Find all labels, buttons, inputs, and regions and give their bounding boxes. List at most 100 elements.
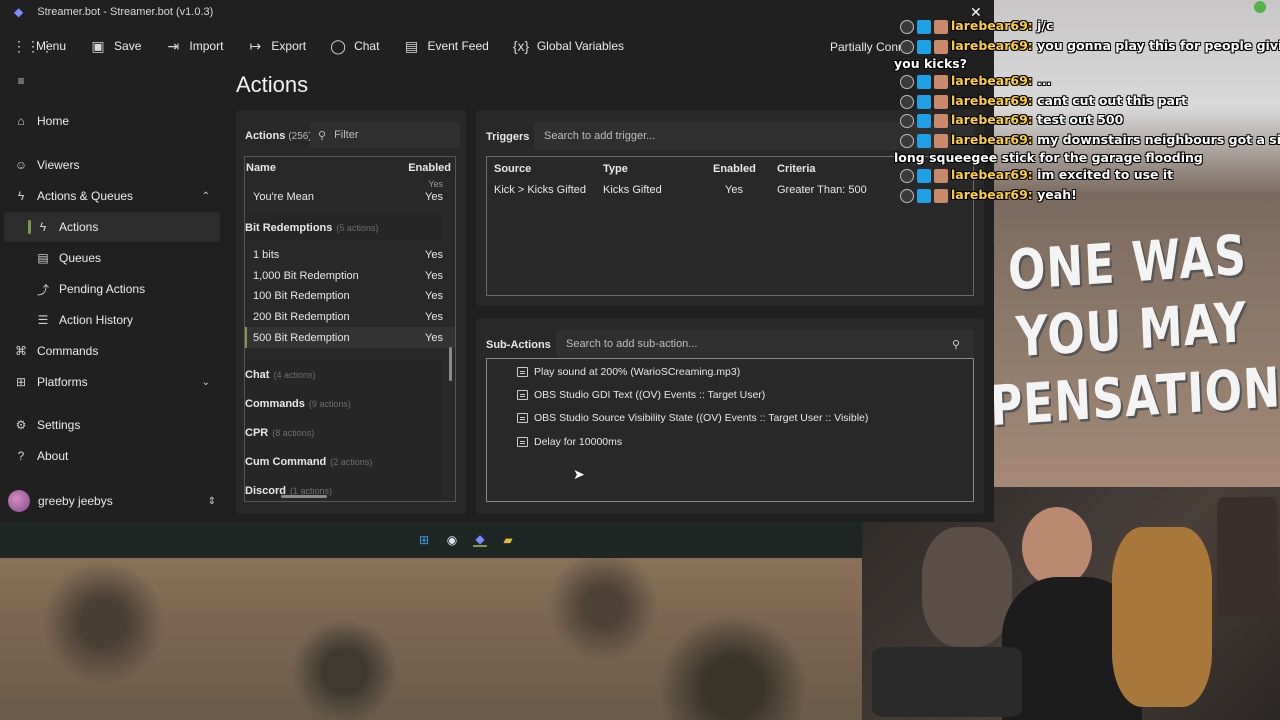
chat-text: cant cut out this part	[1037, 93, 1188, 108]
chat-message: larebear69: ...	[900, 73, 1051, 89]
list-item-partial[interactable]: Yes	[245, 179, 455, 187]
list-item[interactable]: OBS Studio Source Visibility State ((OV)…	[487, 407, 973, 430]
list-item[interactable]: 100 Bit Redemption Yes	[245, 286, 455, 307]
list-item[interactable]: 1,000 Bit Redemption Yes	[245, 265, 455, 286]
search-icon: ⚲	[318, 129, 327, 142]
chat-message: larebear69: you gonna play this for peop…	[900, 38, 1280, 54]
group-count: (4 actions)	[273, 369, 316, 380]
chat-badge-icon	[917, 168, 931, 183]
group-row[interactable]: Chat (4 actions)	[245, 360, 443, 390]
action-enabled: Yes	[425, 249, 443, 262]
list-item[interactable]: Delay for 10000ms	[487, 430, 973, 453]
group-row[interactable]: Commands (9 actions)	[245, 389, 443, 419]
bolt-icon: ϟ	[17, 189, 25, 203]
save-button[interactable]: ▣ Save	[90, 38, 141, 55]
import-icon: ⇥	[167, 37, 180, 54]
column-header-enabled[interactable]: Enabled	[405, 162, 451, 174]
viewers-icon: ☺	[14, 158, 28, 172]
sidebar-item-action-history[interactable]: ☰ Action History	[0, 305, 224, 335]
column-header-type[interactable]: Type	[603, 163, 713, 175]
menu-button[interactable]: ⋮⋮⋮ Menu	[12, 38, 66, 55]
event-feed-button[interactable]: ▤ Event Feed	[403, 38, 489, 55]
sidebar-toggle[interactable]: ≡	[0, 68, 224, 94]
list-item[interactable]: You're Mean Yes	[245, 187, 455, 208]
group-name: Commands	[245, 397, 305, 410]
group-row[interactable]: CPR (8 actions)	[245, 418, 443, 448]
sidebar-item-queues[interactable]: ▤ Queues	[0, 243, 224, 273]
subactions-list[interactable]: Play sound at 200% (WarioSCreaming.mp3) …	[486, 358, 974, 502]
trigger-enabled: Yes	[725, 184, 743, 196]
user-switcher[interactable]: greeby jeebys ⇕	[8, 490, 216, 512]
file-explorer-icon[interactable]: ▰	[501, 533, 515, 547]
list-item[interactable]: Play sound at 200% (WarioSCreaming.mp3)	[487, 360, 973, 383]
chat-badge-icon	[917, 113, 931, 128]
close-icon[interactable]: ✕	[970, 4, 982, 21]
sidebar-item-pending-actions[interactable]: ⤴ Pending Actions	[0, 274, 224, 304]
chat-message: larebear69: im excited to use it	[900, 167, 1173, 183]
action-enabled: Yes	[425, 331, 443, 344]
chat-username: larebear69:	[951, 38, 1038, 53]
gear-icon: ⚙	[15, 418, 27, 432]
windows-start-icon[interactable]: ⊞	[417, 533, 431, 547]
chat-badge-icon	[900, 94, 914, 109]
streamerbot-taskbar-icon[interactable]: ◆	[473, 532, 487, 547]
chat-message: larebear69: yeah!	[900, 187, 1077, 203]
search-icon[interactable]: ⚲	[952, 338, 960, 351]
sign-text-line: YOU MAY	[1014, 291, 1249, 370]
column-header-name[interactable]: Name	[245, 162, 405, 174]
global-variables-button[interactable]: {x} Global Variables	[513, 38, 624, 54]
filter-input[interactable]: ⚲ Filter	[310, 122, 460, 148]
window-title: Streamer.bot - Streamer.bot (v1.0.3)	[37, 6, 214, 18]
sidebar-item-actions-queues[interactable]: ϟ Actions & Queues ⌃	[0, 181, 224, 211]
mouse-cursor-icon: ➤	[573, 466, 585, 482]
home-icon: ⌂	[17, 114, 25, 128]
import-button[interactable]: ⇥ Import	[165, 37, 224, 55]
sidebar-item-home[interactable]: ⌂ Home	[0, 106, 224, 136]
sidebar-item-settings[interactable]: ⚙ Settings	[0, 410, 224, 440]
chat-text: you gonna play this for people giving	[1037, 38, 1280, 53]
column-header-enabled[interactable]: Enabled	[713, 163, 777, 175]
sidebar-item-label: Queues	[59, 251, 102, 265]
sidebar-item-about[interactable]: ? About	[0, 441, 224, 471]
chat-message: larebear69: my downstairs neighbours got…	[900, 132, 1280, 148]
status-dot-icon	[1254, 1, 1266, 13]
actions-list[interactable]: Name Enabled Yes You're Mean Yes Bit Red…	[244, 156, 456, 502]
list-item[interactable]: OBS Studio GDI Text ((OV) Events :: Targ…	[487, 383, 973, 406]
sidebar-item-viewers[interactable]: ☺ Viewers	[0, 150, 224, 180]
chat-username: larebear69:	[951, 93, 1038, 108]
chat-username: larebear69:	[951, 132, 1038, 147]
list-item[interactable]: 200 Bit Redemption Yes	[245, 307, 455, 328]
list-item-selected[interactable]: 500 Bit Redemption Yes	[245, 327, 455, 349]
horizontal-scrollbar[interactable]	[281, 495, 327, 498]
sidebar-item-commands[interactable]: ⌘ Commands	[0, 336, 224, 366]
actions-count: (256)	[288, 131, 312, 142]
sidebar-item-label: Actions & Queues	[37, 189, 134, 203]
group-row[interactable]: Cum Command (2 actions)	[245, 447, 443, 477]
list-item[interactable]: 1 bits Yes	[245, 245, 455, 266]
global-variables-label: Global Variables	[536, 39, 624, 53]
pending-icon: ⤴	[36, 282, 49, 297]
trigger-search-placeholder: Search to add trigger...	[544, 130, 656, 142]
vertical-scrollbar[interactable]	[449, 347, 452, 381]
chat-badge-icon	[917, 133, 931, 148]
group-row[interactable]: Discord (1 actions)	[245, 476, 443, 501]
chat-badge-icon	[917, 19, 931, 34]
user-name: greeby jeebys	[38, 494, 113, 508]
expand-icon: ⇕	[207, 495, 216, 507]
chat-message: you kicks?	[894, 56, 967, 71]
export-button[interactable]: ↦ Export	[247, 38, 307, 55]
sidebar-item-platforms[interactable]: ⊞ Platforms ⌄	[0, 367, 224, 397]
chat-badge-icon	[934, 39, 948, 54]
chat-button[interactable]: ◯ Chat	[330, 38, 379, 55]
subaction-search-input[interactable]: Search to add sub-action... ⚲	[556, 330, 974, 358]
group-count: (9 actions)	[308, 398, 351, 409]
steam-icon[interactable]: ◉	[445, 533, 459, 547]
menu-label: Menu	[36, 39, 67, 53]
column-header-source[interactable]: Source	[487, 163, 603, 175]
action-enabled: Yes	[425, 269, 443, 282]
group-row[interactable]: Bit Redemptions (5 actions)	[245, 213, 443, 243]
save-label: Save	[114, 39, 142, 53]
subaction-label: Play sound at 200% (WarioSCreaming.mp3)	[534, 365, 741, 378]
sidebar-item-label: About	[37, 449, 69, 463]
sidebar-item-actions[interactable]: ϟ Actions	[4, 212, 220, 242]
